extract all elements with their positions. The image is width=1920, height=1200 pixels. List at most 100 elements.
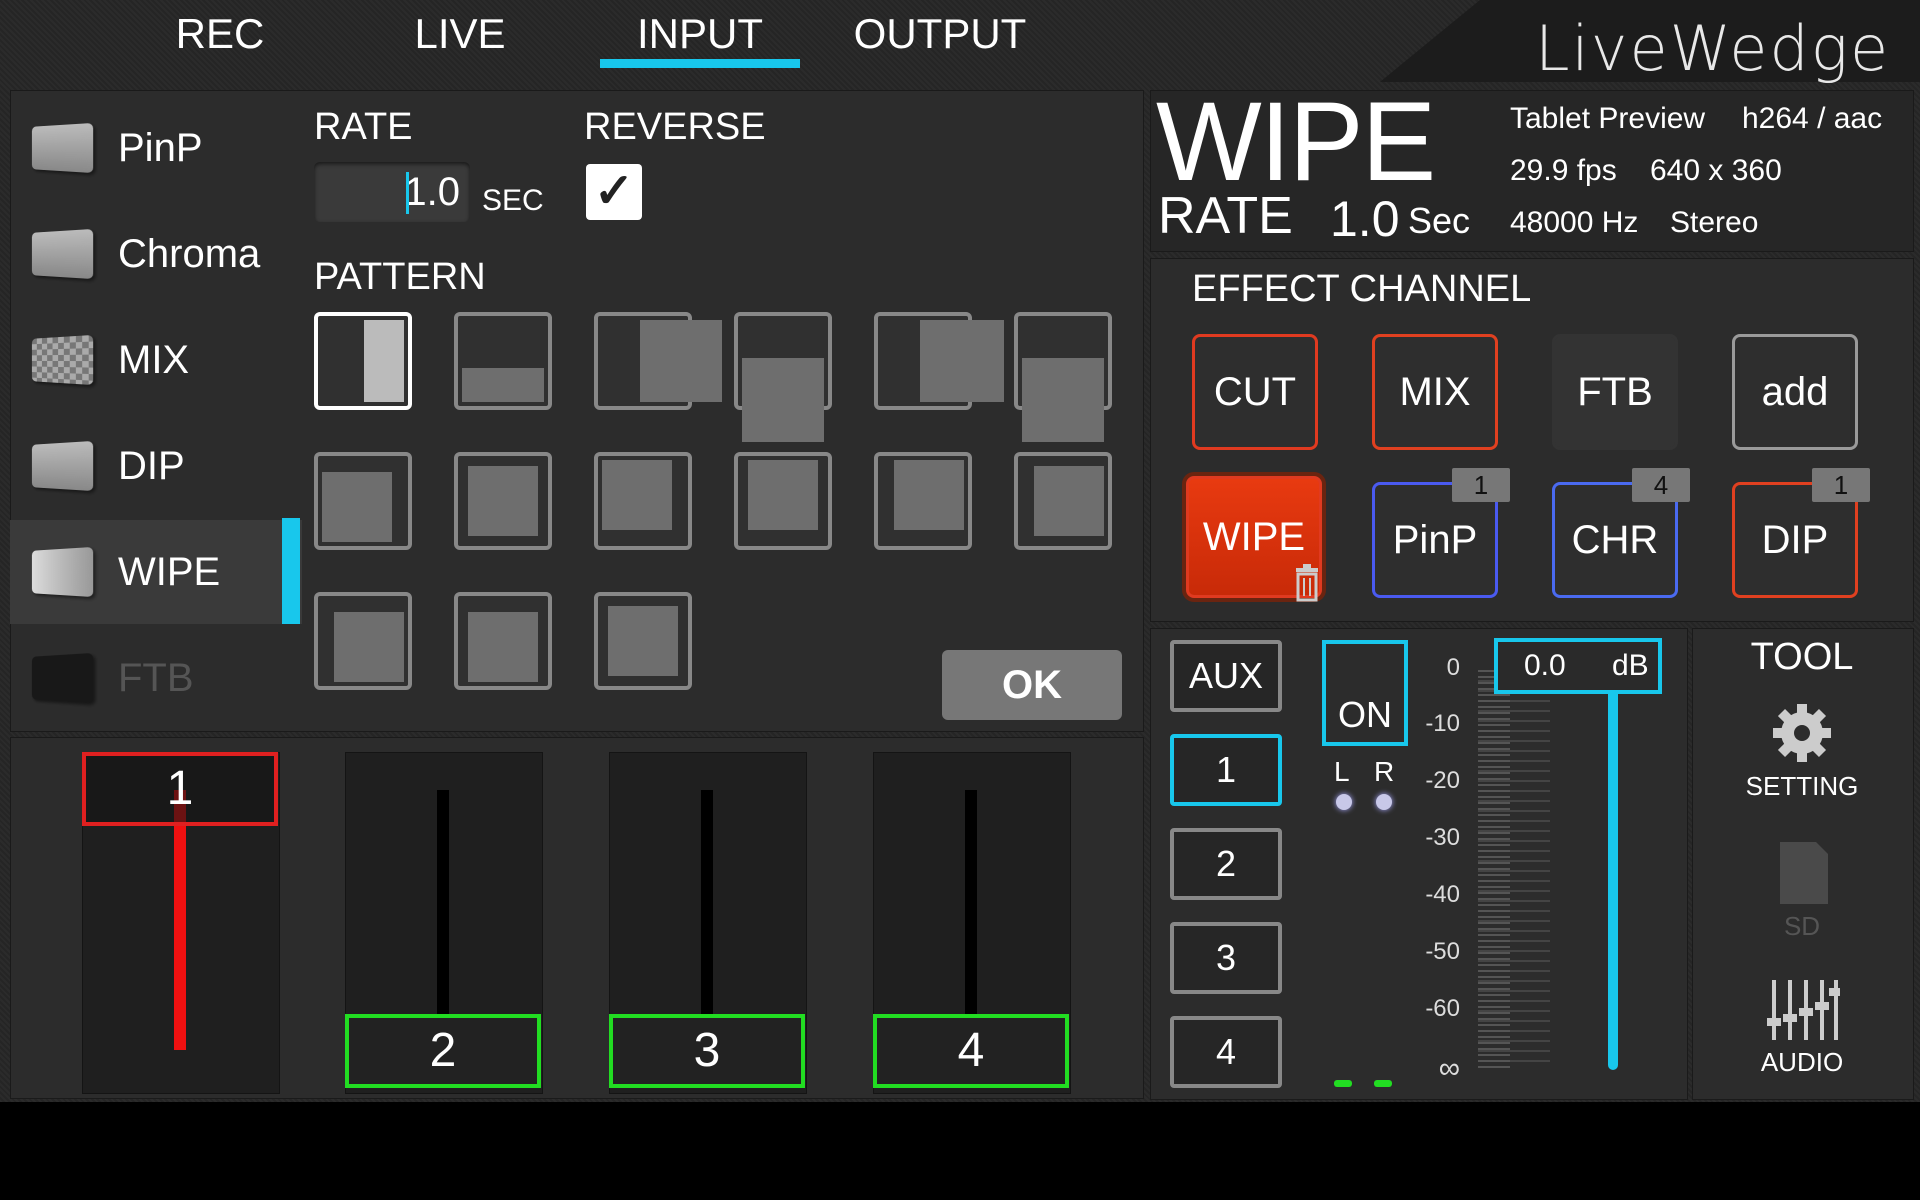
top-nav: REC LIVE INPUT OUTPUT LiveWedge [0, 0, 1920, 85]
audio-source-2[interactable]: 2 [1170, 828, 1282, 900]
trash-icon[interactable] [1294, 562, 1320, 602]
channel-ftb-button[interactable]: FTB [1552, 334, 1678, 450]
effect-item-label: FTB [118, 655, 194, 700]
left-channel-label: L [1334, 756, 1350, 787]
db-scale-10: -10 [1425, 710, 1460, 737]
audio-source-aux[interactable]: AUX [1170, 640, 1282, 712]
wipe-pattern-8[interactable] [454, 452, 552, 550]
chr-count-badge: 4 [1632, 468, 1690, 502]
dip-count-badge: 1 [1812, 468, 1870, 502]
wipe-pattern-7[interactable] [314, 452, 412, 550]
rate-input[interactable]: 1.0 [314, 162, 470, 222]
tab-output[interactable]: OUTPUT [845, 6, 1035, 62]
wipe-pattern-14[interactable] [454, 592, 552, 690]
selection-indicator [282, 518, 300, 624]
fader-line-4 [965, 790, 977, 1030]
effect-item-ftb[interactable]: FTB [10, 626, 302, 730]
fader-knob-2[interactable]: 2 [345, 1014, 541, 1088]
effect-item-label: MIX [118, 337, 190, 382]
audio-source-4[interactable]: 4 [1170, 1016, 1282, 1088]
rate-input-value: 1.0 [404, 170, 460, 214]
pattern-label: PATTERN [314, 256, 486, 298]
preview-label: Tablet Preview [1510, 102, 1706, 135]
wipe-pattern-12[interactable] [1014, 452, 1112, 550]
db-scale-60: -60 [1425, 995, 1460, 1022]
pinp-thumb-icon [31, 122, 94, 174]
pattern-fill [462, 368, 544, 402]
tool-title: TOOL [1750, 636, 1854, 678]
fader-knob-1[interactable]: 1 [82, 752, 278, 826]
setting-label: SETTING [1745, 771, 1859, 801]
wipe-pattern-9[interactable] [594, 452, 692, 550]
audio-source-1[interactable]: 1 [1170, 734, 1282, 806]
channel-cut-button[interactable]: CUT [1192, 334, 1318, 450]
wipe-pattern-2[interactable] [454, 312, 552, 410]
pattern-fill [364, 320, 404, 402]
db-scale-minor-ticks [1478, 670, 1510, 1070]
tab-rec[interactable]: REC [160, 6, 280, 62]
wipe-pattern-5[interactable] [874, 312, 1004, 410]
app-root: REC LIVE INPUT OUTPUT LiveWedge PinP Chr… [0, 0, 1920, 1102]
right-channel-label: R [1374, 756, 1395, 787]
wipe-pattern-6[interactable] [1014, 312, 1112, 442]
fader-knob-4[interactable]: 4 [873, 1014, 1069, 1088]
setting-tool[interactable]: SETTING [1692, 700, 1912, 802]
ok-button[interactable]: OK [942, 650, 1122, 720]
effect-item-wipe[interactable]: WIPE [10, 520, 302, 624]
ftb-thumb-icon [31, 652, 94, 704]
db-unit: dB [1612, 649, 1649, 682]
audio-tool[interactable]: AUDIO [1692, 978, 1912, 1078]
mix-thumb-icon [31, 334, 94, 386]
db-scale-40: -40 [1425, 881, 1460, 908]
pattern-fill [1022, 358, 1104, 442]
info-rate-label: RATE [1158, 187, 1293, 245]
tab-input[interactable]: INPUT [600, 6, 800, 68]
wipe-pattern-11[interactable] [874, 452, 972, 550]
effect-item-chroma[interactable]: Chroma [10, 202, 302, 306]
reverse-checkbox[interactable]: ✓ [586, 164, 642, 220]
pattern-fill [468, 612, 538, 682]
db-scale-inf: ∞ [1438, 1052, 1460, 1085]
pattern-fill [894, 460, 964, 530]
channel-mix-button[interactable]: MIX [1372, 334, 1498, 450]
resolution-label: 640 x 360 [1650, 154, 1782, 187]
volume-slider[interactable] [1608, 668, 1618, 1070]
tab-live[interactable]: LIVE [400, 6, 520, 62]
codec-label: h264 / aac [1742, 102, 1883, 135]
wipe-pattern-4[interactable] [734, 312, 832, 442]
db-scale-30: -30 [1425, 824, 1460, 851]
wipe-pattern-3[interactable] [594, 312, 722, 410]
current-effect-title: WIPE [1156, 79, 1436, 204]
effect-item-label: WIPE [118, 549, 221, 594]
db-readout[interactable]: 0.0 dB [1494, 638, 1662, 694]
db-scale-20: -20 [1425, 767, 1460, 794]
wipe-pattern-10[interactable] [734, 452, 832, 550]
effect-item-label: DIP [118, 443, 185, 488]
info-rate-value: 1.0 [1330, 191, 1400, 247]
pattern-fill [920, 320, 1004, 402]
reverse-label: REVERSE [584, 106, 766, 148]
sd-tool[interactable]: SD [1692, 840, 1912, 942]
fader-knob-3[interactable]: 3 [609, 1014, 805, 1088]
pattern-fill [640, 320, 722, 402]
wipe-pattern-13[interactable] [314, 592, 412, 690]
pattern-fill [322, 472, 392, 542]
audio-on-toggle[interactable]: ON [1322, 640, 1408, 746]
mixer-sliders-icon [1767, 980, 1841, 1040]
effect-item-pinp[interactable]: PinP [10, 96, 302, 200]
fader-line-3 [701, 790, 713, 1030]
channels-label: Stereo [1670, 206, 1759, 239]
brand-logo: LiveWedge [1535, 12, 1891, 85]
pattern-fill [608, 606, 678, 676]
dip-thumb-icon [31, 440, 94, 492]
effect-item-mix[interactable]: MIX [10, 308, 302, 412]
chroma-thumb-icon [31, 228, 94, 280]
rate-label: RATE [314, 106, 413, 148]
pattern-fill [334, 612, 404, 682]
channel-add-button[interactable]: add [1732, 334, 1858, 450]
effect-item-dip[interactable]: DIP [10, 414, 302, 518]
wipe-pattern-1[interactable] [314, 312, 412, 410]
audio-source-3[interactable]: 3 [1170, 922, 1282, 994]
wipe-pattern-15[interactable] [594, 592, 692, 690]
channel-wipe-label: WIPE [1202, 515, 1306, 559]
